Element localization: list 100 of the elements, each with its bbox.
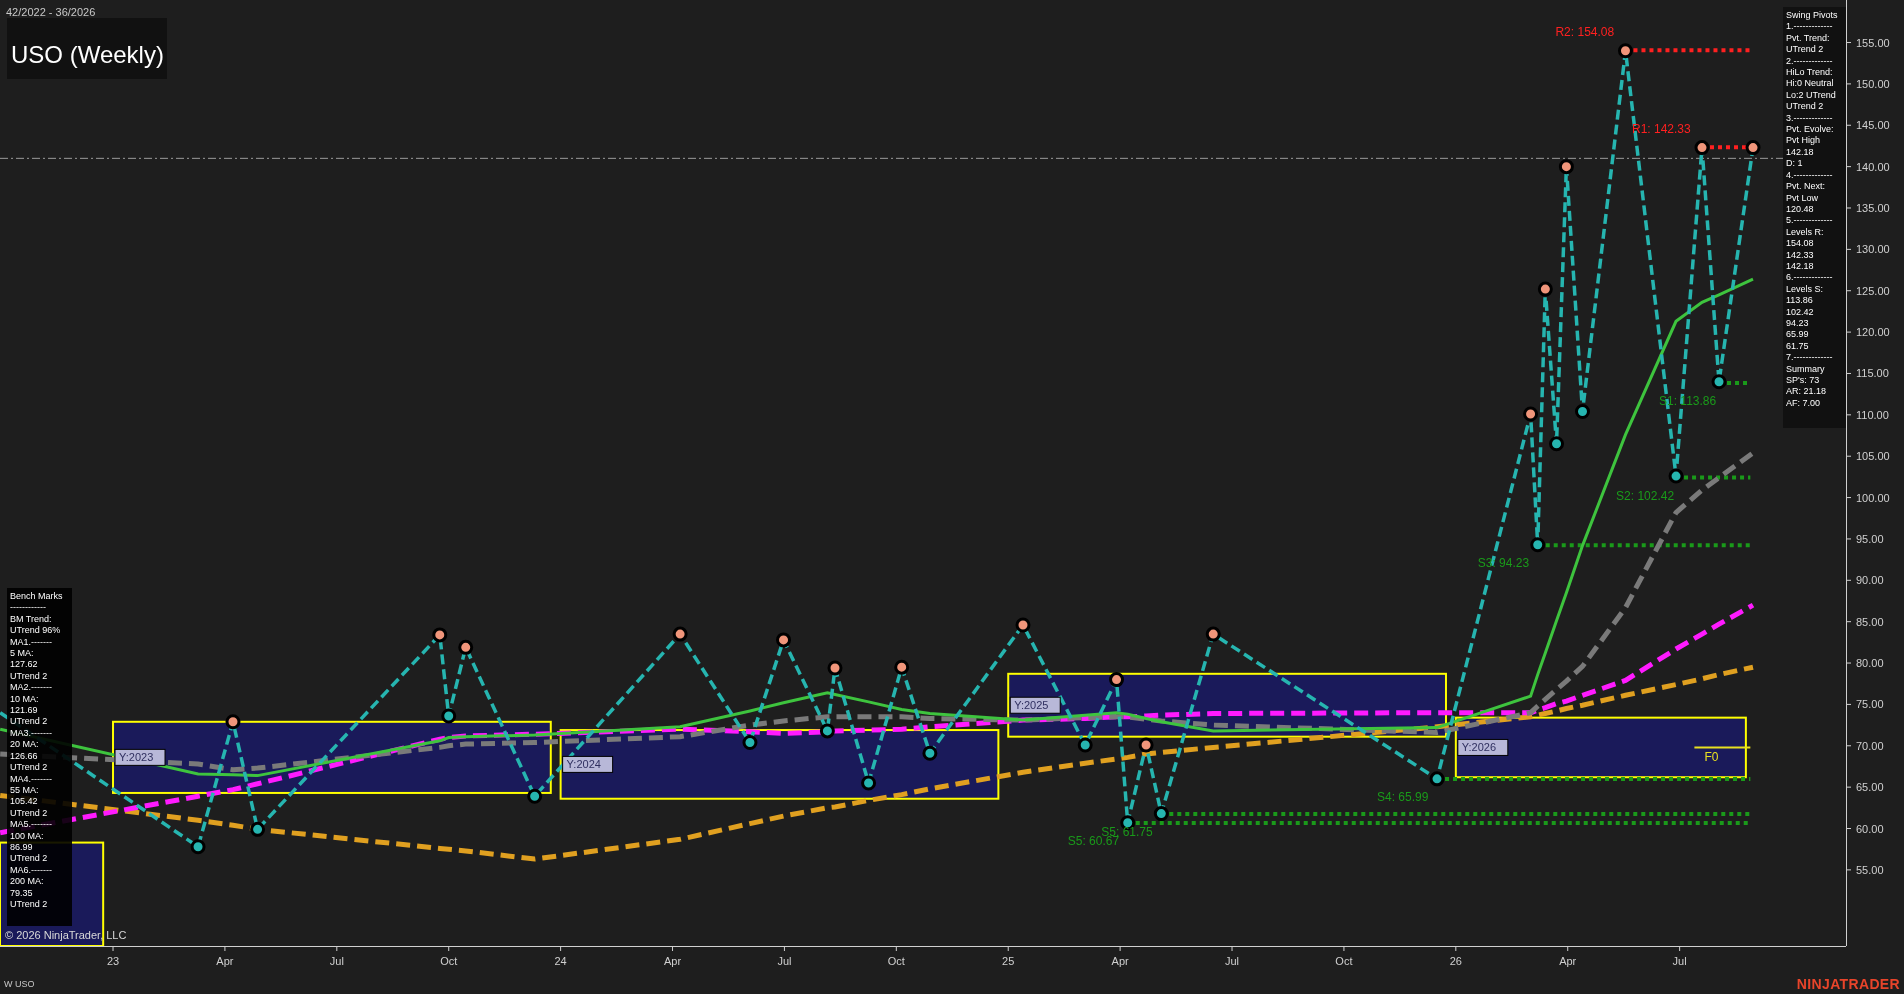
logo-text: NINJATRADER [1796,975,1900,994]
panel-text: UTrend 2 [10,716,49,728]
pivot-marker [190,839,206,855]
band-label: Y:2023 [119,751,154,764]
y-axis-label: 120.00 [1856,326,1890,339]
pivot-marker [225,714,241,730]
panel-text: Pvt. Next: [1786,181,1826,193]
pivot-marker [1575,404,1590,420]
pivot-marker [827,660,843,676]
panel-text: 126.66 [10,750,39,763]
panel-text: D: 1 [1786,158,1804,170]
year-label: Y:2026 [1457,738,1509,756]
pivot-marker [742,734,758,750]
panel-text: 10 MA: [10,693,40,706]
panel-text: UTrend 2 [10,898,49,911]
y-axis-label: 55.00 [1856,863,1884,876]
panel-text: 4.------------- [1786,169,1834,182]
panel-text: MA6.------- [10,864,53,877]
pivot-marker [1205,626,1221,642]
x-axis-label: 24 [554,955,567,967]
panel-text: Swing Pivots [1786,10,1839,22]
y-axis-label: 110.00 [1856,408,1889,421]
x-axis-label: Apr [1559,955,1577,967]
panel-text: 7.------------- [1786,352,1834,364]
y-axis-label: 100.00 [1856,491,1890,504]
y-axis-label: 85.00 [1856,615,1884,628]
pivot-marker [922,745,938,761]
pivot-marker [861,775,877,791]
pivot-marker [819,723,835,739]
panel-text: 3.------------- [1786,112,1834,125]
pivot-marker [1077,737,1093,753]
panel-text: 127.62 [10,659,39,671]
panel-text: 142.33 [1786,249,1815,261]
y-axis-label: 140.00 [1856,160,1890,173]
chart-title: USO (Weekly) [7,18,167,79]
pivot-marker [441,708,457,724]
panel-text: 154.08 [1786,238,1815,250]
panel-text: UTrend 96% [10,625,62,637]
panel-text: Pvt. Trend: [1786,32,1831,45]
year-label: Y:2023 [114,748,166,766]
band-label: Y:2025 [1014,699,1049,712]
pivot-marker [1109,672,1125,688]
pivot-marker [1537,281,1553,297]
y-axis-label: 60.00 [1856,822,1884,835]
panel-text: 79.35 [10,887,34,899]
panel-text: ------------ [10,602,47,614]
year-label: Y:2025 [1009,696,1061,714]
panel-text: 61.75 [1786,340,1810,353]
x-axis-label: Jul [1225,955,1240,967]
panel-text: 65.99 [1786,329,1810,341]
pivot-marker [1429,771,1445,787]
panel-text: Levels S: [1786,283,1825,296]
pivot-marker [1558,159,1574,175]
pivot-marker [527,788,543,804]
panel-text: UTrend 2 [1786,101,1825,113]
pivot-marker [1530,537,1546,553]
panel-text: MA4.------- [10,773,53,785]
level-label: S4: 65.99 [1377,789,1429,804]
x-axis-label: Apr [216,955,234,967]
pivot-marker [1668,468,1684,484]
y-axis-label: 75.00 [1856,698,1884,711]
y-axis-label: 130.00 [1856,243,1890,256]
y-axis-label: 145.00 [1856,119,1890,132]
x-axis-label: Apr [663,955,682,967]
pivot-marker [776,632,792,648]
panel-text: Pvt Low [1786,192,1819,204]
panel-text: 142.18 [1786,260,1815,273]
x-axis-label: Oct [1335,955,1353,967]
level-label: R2: 154.08 [1555,25,1615,40]
x-axis-label: Oct [440,955,458,967]
panel-text: 200 MA: [10,876,45,888]
pivot-marker [458,639,474,655]
band-label: Y:2024 [566,758,601,771]
panel-text: 121.69 [10,705,39,717]
panel-text: MA5.------- [10,819,53,831]
panel-text: Lo:2 UTrend [1786,89,1837,102]
y-axis-label: 65.00 [1856,781,1884,794]
panel-text: BM Trend: [10,613,53,626]
x-axis-label: Jul [329,955,344,967]
panel-text: Bench Marks [10,591,64,603]
panel-text: 120.48 [1786,203,1815,216]
panel-text: AF: 7.00 [1786,397,1822,410]
panel-text: Summary [1786,363,1826,375]
panel-text: 5 MA: [10,648,35,660]
y-axis-label: 105.00 [1856,450,1890,463]
panel-text: 5.------------- [1786,215,1834,227]
pivot-marker [432,627,448,643]
pivot-marker [1523,406,1539,422]
y-axis-label: 80.00 [1856,657,1884,670]
panel-text: MA1.------- [10,636,53,649]
pivot-marker [1694,140,1710,156]
panel-text: 6.------------- [1786,272,1834,284]
panel-text: HiLo Trend: [1786,67,1834,79]
panel-text: UTrend 2 [10,670,49,683]
y-axis-label: 90.00 [1856,574,1884,587]
panel-text: 55 MA: [10,784,40,797]
level-label: R1: 142.33 [1632,122,1691,137]
x-axis-label: Oct [887,955,905,967]
pivot-marker [250,821,266,837]
panel-text: 102.42 [1786,306,1815,318]
